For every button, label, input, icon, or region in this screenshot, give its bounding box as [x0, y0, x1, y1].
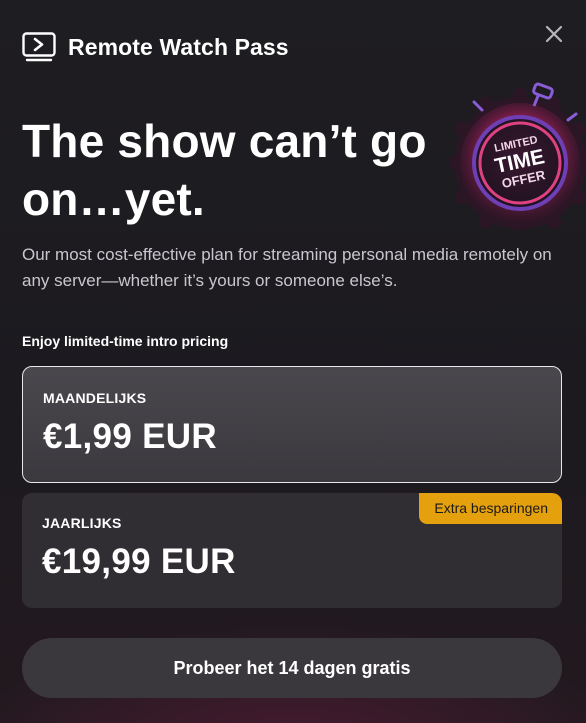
- limited-time-offer-badge: LIMITED TIME OFFER: [450, 82, 585, 230]
- app-title: Remote Watch Pass: [68, 33, 289, 60]
- plan-price-monthly: €1,99 EUR: [43, 417, 217, 456]
- tv-play-icon: [22, 32, 56, 62]
- remote-watch-pass-dialog: Remote Watch Pass LIMITED TIME OFFER The…: [0, 0, 586, 723]
- page-headline: The show can’t go on…yet.: [22, 112, 462, 228]
- plan-price-yearly: €19,99 EUR: [42, 542, 236, 581]
- close-icon[interactable]: [542, 22, 566, 46]
- dialog-header: Remote Watch Pass: [22, 32, 289, 62]
- start-trial-button[interactable]: Probeer het 14 dagen gratis: [22, 638, 562, 698]
- headline-line-1: The show can’t go: [22, 115, 427, 167]
- plan-label-yearly: JAARLIJKS: [42, 515, 122, 531]
- plan-option-monthly[interactable]: MAANDELIJKS €1,99 EUR: [22, 366, 562, 483]
- intro-pricing-label: Enjoy limited-time intro pricing: [22, 333, 229, 349]
- plan-option-yearly[interactable]: Extra besparingen JAARLIJKS €19,99 EUR: [22, 493, 562, 608]
- plan-description: Our most cost-effective plan for streami…: [22, 245, 552, 290]
- savings-badge: Extra besparingen: [419, 493, 562, 524]
- plan-label-monthly: MAANDELIJKS: [43, 390, 147, 406]
- headline-line-2: on…yet.: [22, 173, 205, 225]
- stopwatch-icon: LIMITED TIME OFFER: [450, 82, 585, 230]
